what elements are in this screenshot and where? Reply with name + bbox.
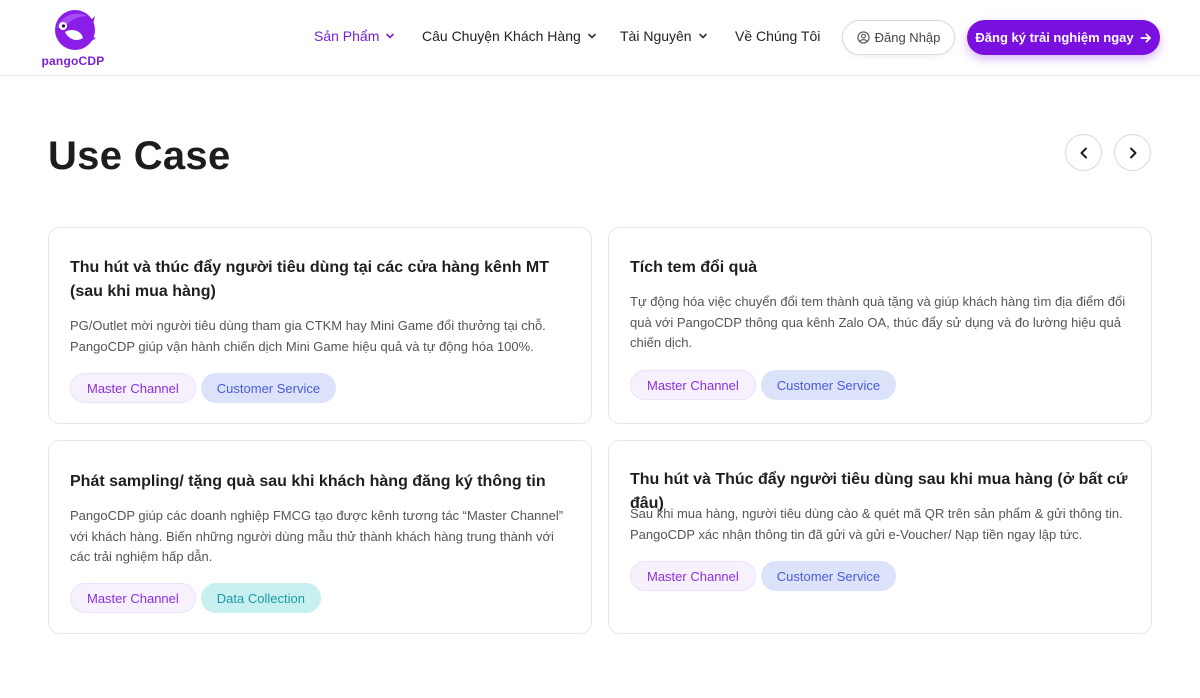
chevron-down-icon <box>587 33 596 39</box>
nav-item-ve-chung-toi[interactable]: Về Chúng Tôi <box>735 28 820 44</box>
pangolin-logo-icon <box>55 10 96 50</box>
nav-item-san-pham[interactable]: Sản Phẩm <box>314 28 395 44</box>
nav-label: Về Chúng Tôi <box>735 28 821 44</box>
tag-master-channel[interactable]: Master Channel <box>630 561 756 591</box>
site-header: pangoCDP Sản Phẩm Câu Chuyện Khách Hàng … <box>0 0 1200 76</box>
signup-label: Đăng ký trải nghiệm ngay <box>975 30 1134 45</box>
user-circle-icon <box>856 31 870 44</box>
nav-label: Tài Nguyên <box>620 28 692 44</box>
tag-master-channel[interactable]: Master Channel <box>630 370 756 400</box>
tag-customer-service[interactable]: Customer Service <box>200 373 337 403</box>
card-description: PangoCDP giúp các doanh nghiệp FMCG tạo … <box>70 508 564 564</box>
nav-label: Câu Chuyện Khách Hàng <box>422 28 581 44</box>
use-case-card[interactable]: Thu hút và Thúc đẩy người tiêu dùng sau … <box>608 440 1152 634</box>
use-case-card[interactable]: Phát sampling/ tặng quà sau khi khách hà… <box>48 440 592 634</box>
tag-master-channel[interactable]: Master Channel <box>70 373 196 403</box>
card-title: Tích tem đổi quà <box>630 259 758 276</box>
carousel-next-button[interactable] <box>1114 134 1151 171</box>
tag-customer-service[interactable]: Customer Service <box>760 561 897 591</box>
card-title: Thu hút và thúc đẩy người tiêu dùng tại … <box>70 259 550 300</box>
card-description: Sau khi mua hàng, người tiêu dùng cào & … <box>630 506 1123 542</box>
tag-customer-service[interactable]: Customer Service <box>760 370 897 400</box>
tag-data-collection[interactable]: Data Collection <box>200 583 321 613</box>
chevron-down-icon <box>698 33 707 39</box>
carousel-prev-button[interactable] <box>1065 134 1102 171</box>
tag-master-channel[interactable]: Master Channel <box>70 583 196 613</box>
use-case-card[interactable]: Tích tem đổi quà Tự động hóa việc chuyển… <box>608 227 1152 424</box>
section-title: Use Case <box>48 134 231 178</box>
nav-label: Sản Phẩm <box>314 28 380 44</box>
card-tags: Master Channel Customer Service <box>630 370 897 400</box>
card-description: Tự động hóa việc chuyển đổi tem thành qu… <box>630 294 1126 350</box>
nav-item-cau-chuyen-khach-hang[interactable]: Câu Chuyện Khách Hàng <box>422 28 597 44</box>
logo-text: pangoCDP <box>41 54 105 68</box>
arrow-right-icon <box>1140 33 1151 42</box>
chevron-right-icon <box>1129 147 1136 158</box>
signup-button[interactable]: Đăng ký trải nghiệm ngay <box>967 20 1160 55</box>
chevron-left-icon <box>1080 147 1087 158</box>
use-case-card[interactable]: Thu hút và thúc đẩy người tiêu dùng tại … <box>48 227 592 424</box>
card-tags: Master Channel Customer Service <box>630 561 897 591</box>
card-tags: Master Channel Customer Service <box>70 373 337 403</box>
card-tags: Master Channel Data Collection <box>70 583 321 613</box>
login-label: Đăng Nhập <box>874 30 941 45</box>
chevron-down-icon <box>386 33 395 39</box>
card-description: PG/Outlet mời người tiêu dùng tham gia C… <box>70 318 546 354</box>
logo[interactable]: pangoCDP <box>40 6 106 70</box>
card-title: Phát sampling/ tặng quà sau khi khách hà… <box>70 473 546 490</box>
nav-item-tai-nguyen[interactable]: Tài Nguyên <box>620 28 708 44</box>
login-button[interactable]: Đăng Nhập <box>842 20 955 55</box>
